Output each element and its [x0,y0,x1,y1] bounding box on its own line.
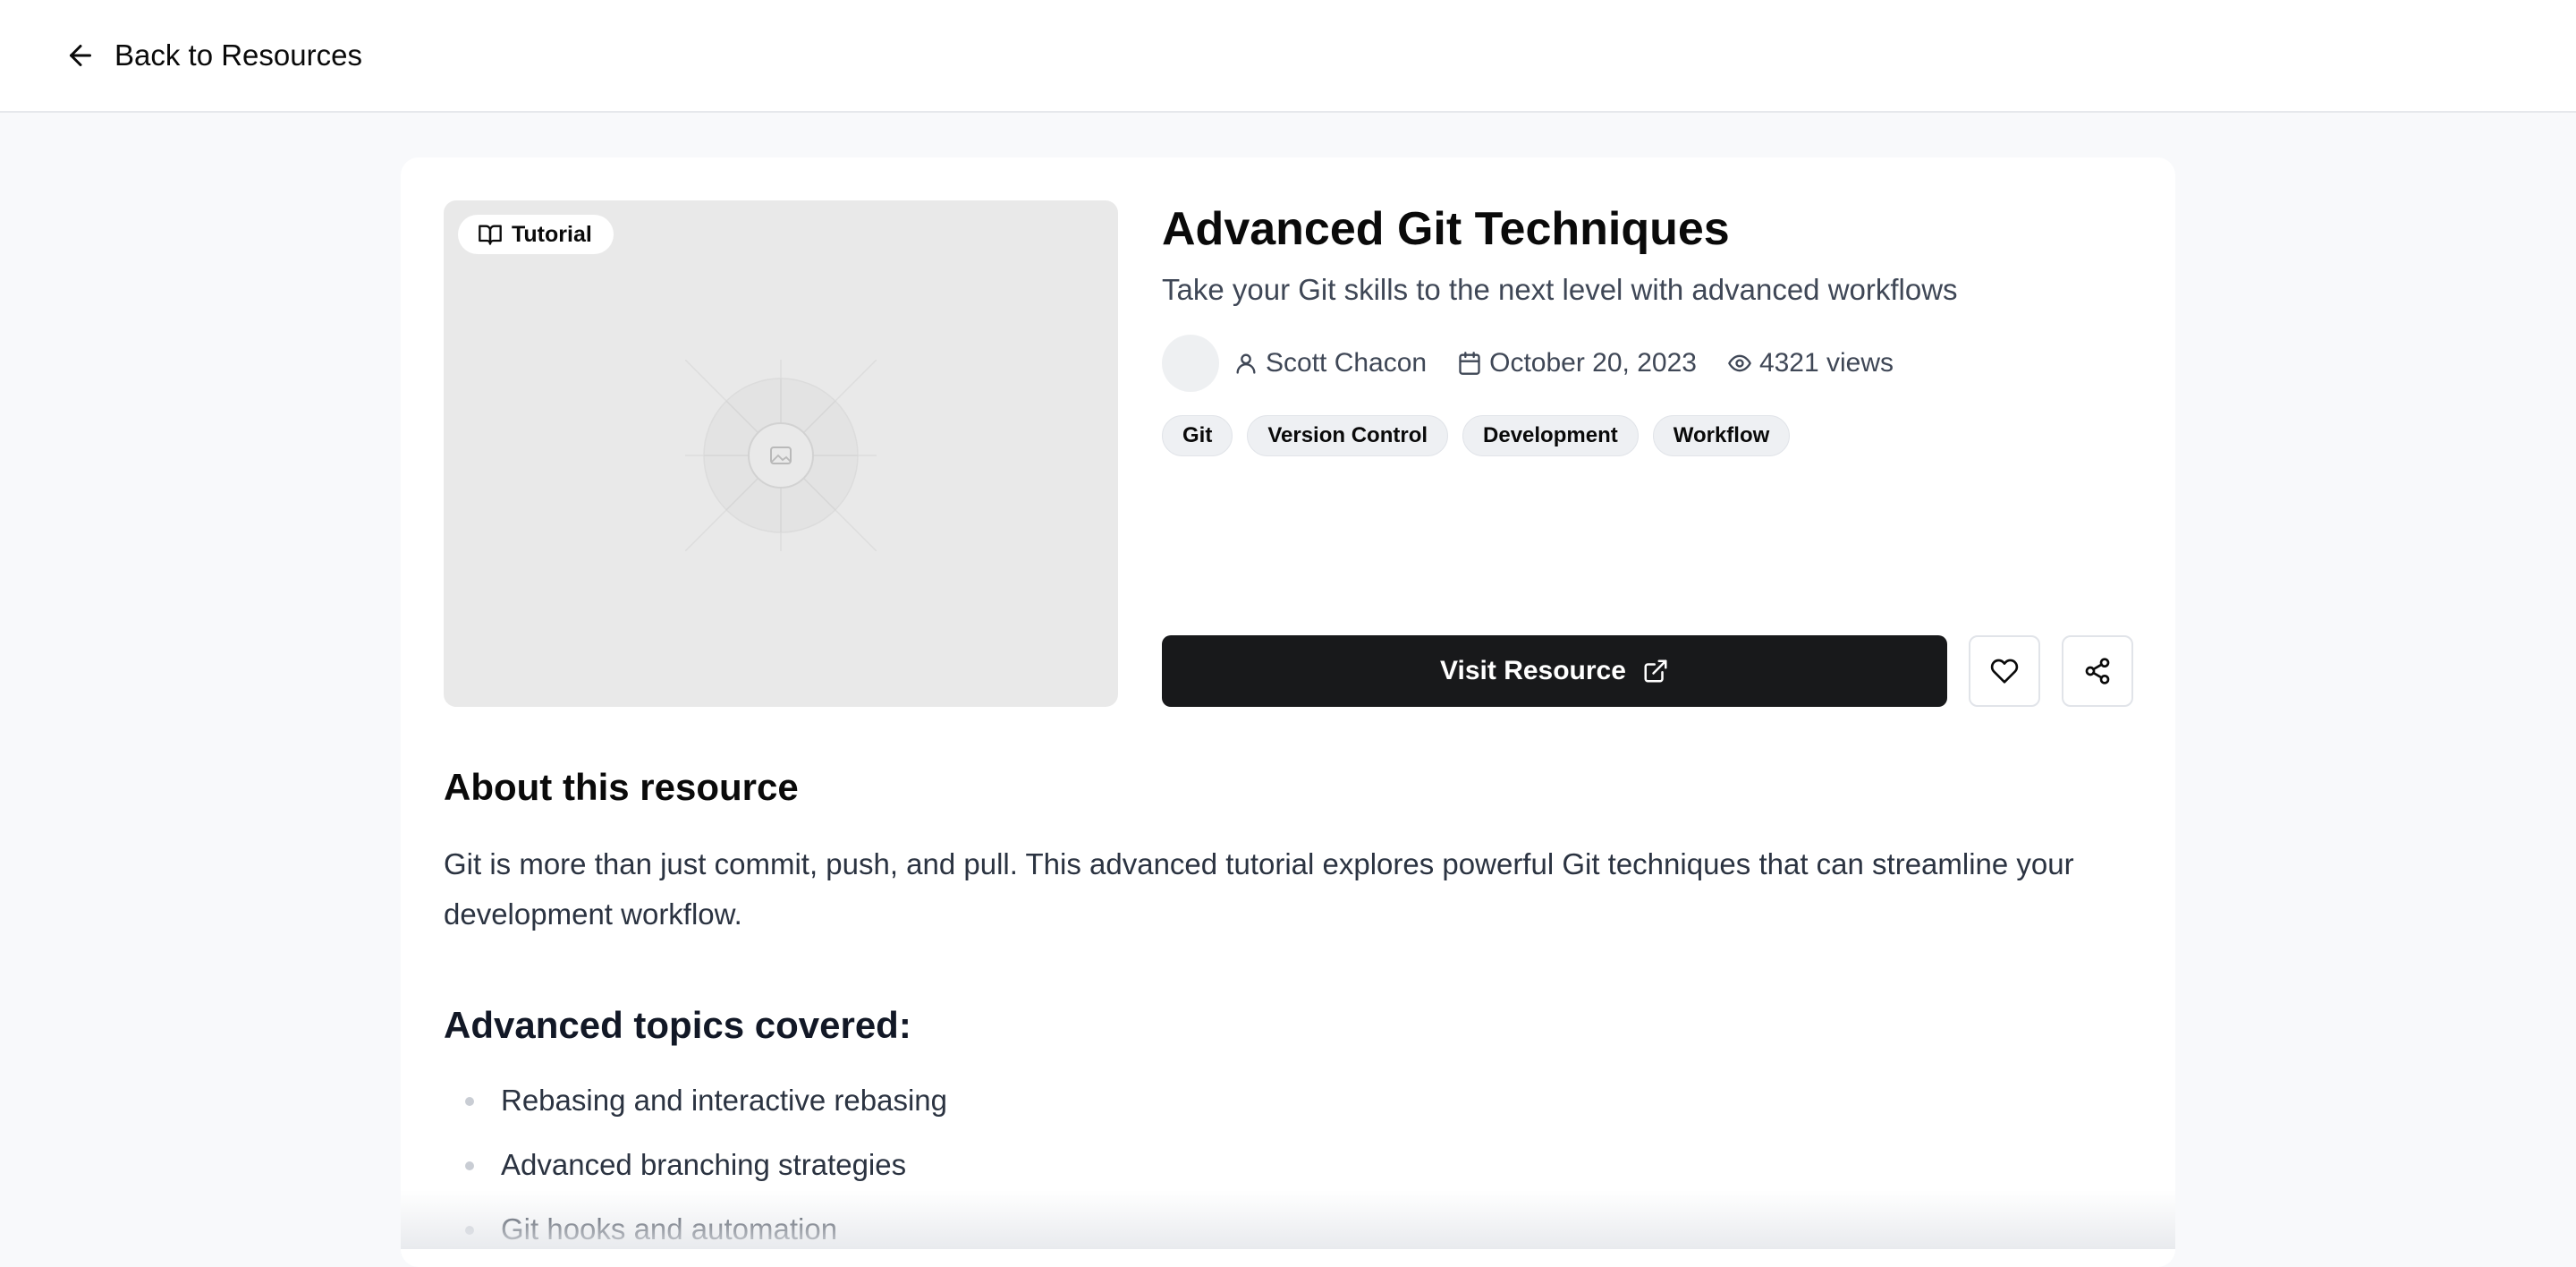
resource-image-placeholder: Tutorial [444,200,1118,707]
resource-meta: Scott Chacon October 20, 2023 4321 views [1162,335,2132,392]
tag[interactable]: Version Control [1247,415,1449,456]
type-badge: Tutorial [458,215,614,254]
favorite-button[interactable] [1969,635,2040,707]
resource-info: Advanced Git Techniques Take your Git sk… [1162,200,2132,456]
share-button[interactable] [2062,635,2133,707]
tag[interactable]: Development [1462,415,1639,456]
author-name: Scott Chacon [1266,348,1428,378]
book-open-icon [479,225,502,245]
publish-date: October 20, 2023 [1489,348,1697,378]
visit-resource-button[interactable]: Visit Resource [1162,635,1947,707]
share-icon [2085,658,2110,685]
user-icon [1236,353,1256,374]
views-meta: 4321 views [1727,348,1894,378]
list-item: Advanced branching strategies [444,1140,947,1204]
arrow-left-icon [70,45,91,66]
resource-title: Advanced Git Techniques [1162,203,1730,255]
back-link-label: Back to Resources [114,38,362,72]
about-text: Git is more than just commit, push, and … [444,847,2074,931]
date-meta: October 20, 2023 [1457,348,1697,378]
tag[interactable]: Git [1162,415,1233,456]
calendar-icon [1459,352,1480,375]
back-to-resources-link[interactable]: Back to Resources [64,34,362,77]
topics-list: Rebasing and interactive rebasing Advanc… [444,1076,947,1267]
eye-icon [1728,354,1751,372]
type-badge-label: Tutorial [512,221,592,247]
resource-card: Tutorial Advanced Git Techniques Take yo… [401,157,2175,1267]
resource-actions: Visit Resource [1162,635,2133,707]
external-link-icon [1644,659,1667,683]
tag-list: Git Version Control Development Workflow [1162,415,2132,456]
list-item: Rebasing and interactive rebasing [444,1076,947,1140]
heart-icon [1990,659,2019,684]
topics-heading: Advanced topics covered: [444,1004,911,1046]
list-item: Git hooks and automation [444,1204,947,1267]
image-placeholder-icon [685,360,877,551]
visit-resource-label: Visit Resource [1440,656,1626,685]
author-meta: Scott Chacon [1233,348,1427,378]
view-count: 4321 views [1758,348,1894,378]
about-heading: About this resource [444,766,799,808]
top-bar: Back to Resources [0,0,2576,113]
resource-subtitle: Take your Git skills to the next level w… [1162,273,1958,306]
tag[interactable]: Workflow [1652,415,1791,456]
author-avatar [1162,335,1219,392]
